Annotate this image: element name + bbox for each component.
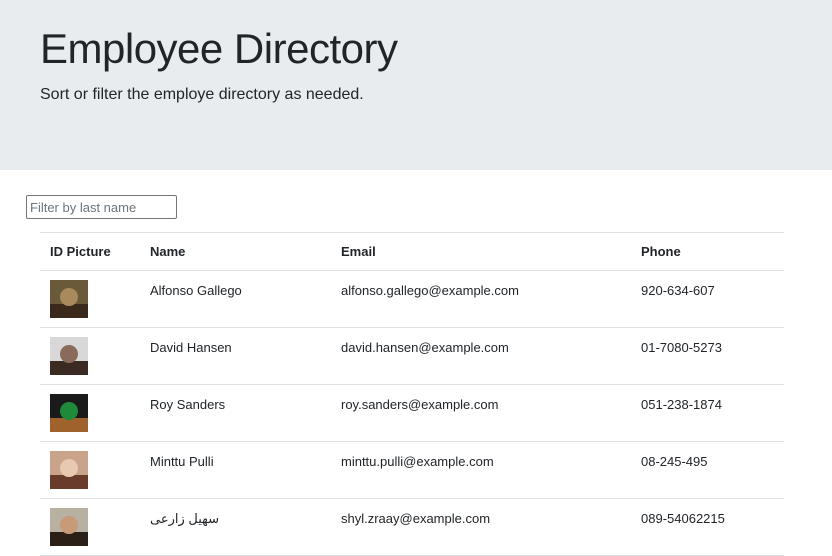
avatar <box>50 508 88 546</box>
employee-phone: 920-634-607 <box>641 283 715 298</box>
column-header-name[interactable]: Name <box>140 232 331 271</box>
employee-name-text: سهیل زارعی <box>150 511 220 526</box>
avatar <box>50 394 88 432</box>
header-banner: Employee Directory Sort or filter the em… <box>0 0 832 170</box>
table-row: Roy Sanders roy.sanders@example.com 051-… <box>40 385 784 442</box>
employee-name: Roy Sanders <box>150 397 226 412</box>
column-header-id-picture[interactable]: ID Picture <box>40 232 140 271</box>
picture-cell <box>40 499 140 556</box>
table-header-row: ID Picture Name Email Phone <box>40 232 784 271</box>
employee-email: alfonso.gallego@example.com <box>341 283 519 298</box>
picture-cell <box>40 328 140 385</box>
employee-email: shyl.zraay@example.com <box>341 511 491 526</box>
filter-container <box>26 195 177 219</box>
avatar <box>50 451 88 489</box>
employee-name: سهیل زارعی <box>140 499 331 556</box>
employee-name: Alfonso Gallego <box>150 283 242 298</box>
employee-phone: 01-7080-5273 <box>641 340 722 355</box>
employee-email: roy.sanders@example.com <box>341 397 499 412</box>
table-row: سهیل زارعی shyl.zraay@example.com 089-54… <box>40 499 784 556</box>
avatar <box>50 337 88 375</box>
table-row: Alfonso Gallego alfonso.gallego@example.… <box>40 271 784 328</box>
column-header-email[interactable]: Email <box>331 232 631 271</box>
table-row: David Hansen david.hansen@example.com 01… <box>40 328 784 385</box>
employee-email: david.hansen@example.com <box>341 340 509 355</box>
avatar <box>50 280 88 318</box>
table-row: Minttu Pulli minttu.pulli@example.com 08… <box>40 442 784 499</box>
picture-cell <box>40 385 140 442</box>
employee-phone: 051-238-1874 <box>641 397 722 412</box>
employee-phone: 08-245-495 <box>641 454 708 469</box>
filter-last-name-input[interactable] <box>26 195 177 219</box>
employee-email: minttu.pulli@example.com <box>341 454 494 469</box>
page-subtitle: Sort or filter the employe directory as … <box>40 86 364 103</box>
employee-name: Minttu Pulli <box>150 454 214 469</box>
employee-table: ID Picture Name Email Phone Alfonso Gall… <box>40 232 784 556</box>
employee-phone: 089-54062215 <box>641 511 725 526</box>
column-header-phone[interactable]: Phone <box>631 232 784 271</box>
picture-cell <box>40 271 140 328</box>
page-title: Employee Directory <box>40 25 398 72</box>
employee-name: David Hansen <box>150 340 232 355</box>
picture-cell <box>40 442 140 499</box>
